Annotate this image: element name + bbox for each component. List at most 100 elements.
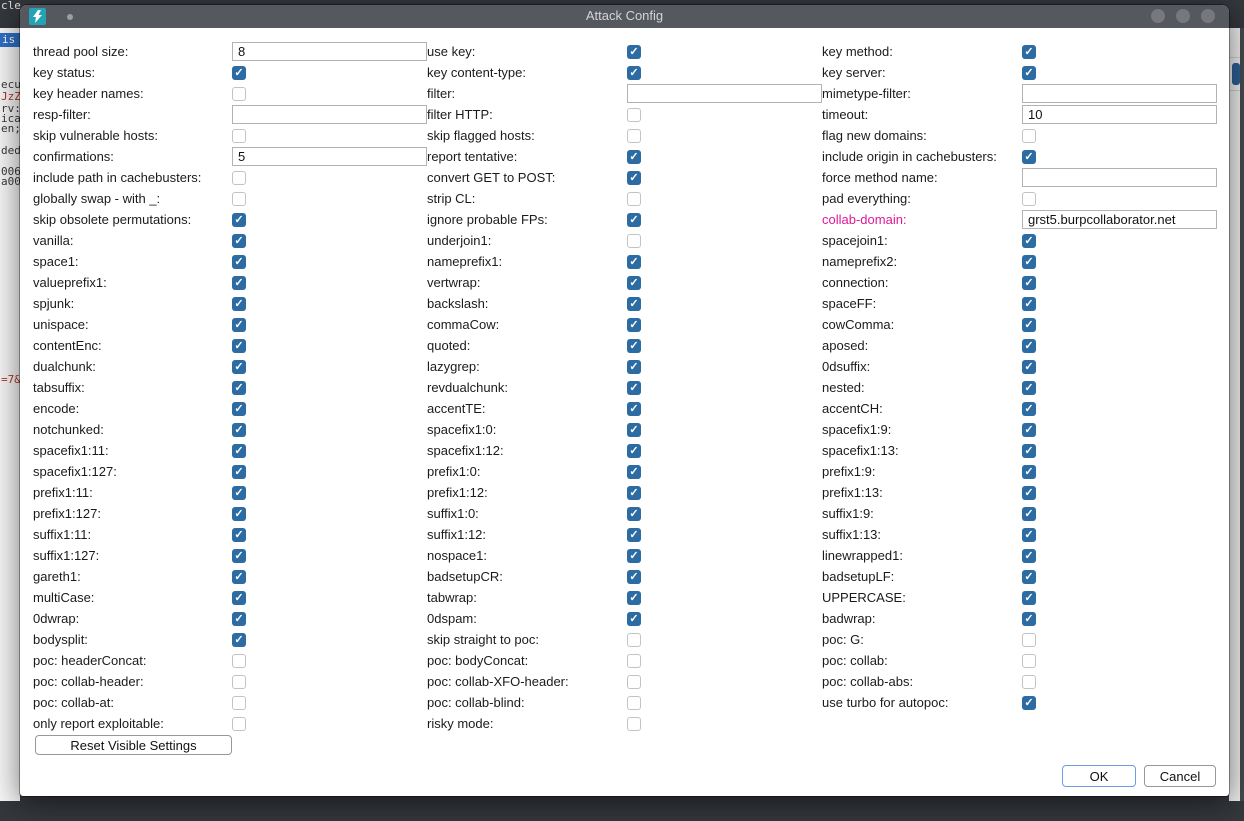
cancel-button[interactable]: Cancel <box>1144 765 1216 787</box>
checkbox-accentch[interactable]: ✓ <box>1022 402 1036 416</box>
input-mimetype-filter[interactable] <box>1022 84 1217 103</box>
checkbox-spacefix1-12[interactable]: ✓ <box>627 444 641 458</box>
checkbox-cowcomma[interactable]: ✓ <box>1022 318 1036 332</box>
checkbox-spjunk[interactable]: ✓ <box>232 297 246 311</box>
checkbox-suffix1-127[interactable]: ✓ <box>232 549 246 563</box>
checkbox-poc-collab-blind[interactable] <box>627 696 641 710</box>
checkbox-revdualchunk[interactable]: ✓ <box>627 381 641 395</box>
input-collab-domain[interactable] <box>1022 210 1217 229</box>
checkbox-prefix1-9[interactable]: ✓ <box>1022 465 1036 479</box>
dialog-titlebar[interactable]: Attack Config <box>20 5 1229 28</box>
checkbox-suffix1-12[interactable]: ✓ <box>627 528 641 542</box>
window-control-maximize[interactable] <box>1176 9 1190 23</box>
checkbox-poc-collab-abs[interactable] <box>1022 675 1036 689</box>
checkbox-ignore-probable-fps[interactable]: ✓ <box>627 213 641 227</box>
checkbox-accentte[interactable]: ✓ <box>627 402 641 416</box>
checkbox-poc-collab-header[interactable] <box>232 675 246 689</box>
checkbox-tabwrap[interactable]: ✓ <box>627 591 641 605</box>
checkbox-notchunked[interactable]: ✓ <box>232 423 246 437</box>
checkbox-bodysplit[interactable]: ✓ <box>232 633 246 647</box>
checkbox-valueprefix1[interactable]: ✓ <box>232 276 246 290</box>
checkbox-unispace[interactable]: ✓ <box>232 318 246 332</box>
checkbox-skip-obsolete-permutations[interactable]: ✓ <box>232 213 246 227</box>
checkbox-suffix1-11[interactable]: ✓ <box>232 528 246 542</box>
checkbox-badsetupcr[interactable]: ✓ <box>627 570 641 584</box>
checkbox-poc-collab-at[interactable] <box>232 696 246 710</box>
checkbox-vanilla[interactable]: ✓ <box>232 234 246 248</box>
checkbox-key-header-names[interactable] <box>232 87 246 101</box>
checkbox-globally-swap-with[interactable] <box>232 192 246 206</box>
checkbox-0dsuffix[interactable]: ✓ <box>1022 360 1036 374</box>
checkbox-poc-bodyconcat[interactable] <box>627 654 641 668</box>
checkbox-only-report-exploitable[interactable] <box>232 717 246 731</box>
checkbox-key-method[interactable]: ✓ <box>1022 45 1036 59</box>
checkbox-skip-straight-to-poc[interactable] <box>627 633 641 647</box>
checkbox-linewrapped1[interactable]: ✓ <box>1022 549 1036 563</box>
checkbox-uppercase[interactable]: ✓ <box>1022 591 1036 605</box>
checkbox-nameprefix1[interactable]: ✓ <box>627 255 641 269</box>
checkbox-poc-collab-xfo-header[interactable] <box>627 675 641 689</box>
checkbox-pad-everything[interactable] <box>1022 192 1036 206</box>
checkbox-filter-http[interactable] <box>627 108 641 122</box>
checkbox-spacefix1-11[interactable]: ✓ <box>232 444 246 458</box>
checkbox-connection[interactable]: ✓ <box>1022 276 1036 290</box>
checkbox-nested[interactable]: ✓ <box>1022 381 1036 395</box>
checkbox-prefix1-13[interactable]: ✓ <box>1022 486 1036 500</box>
input-timeout[interactable] <box>1022 105 1217 124</box>
checkbox-vertwrap[interactable]: ✓ <box>627 276 641 290</box>
checkbox-commacow[interactable]: ✓ <box>627 318 641 332</box>
window-control-close[interactable] <box>1201 9 1215 23</box>
checkbox-underjoin1[interactable] <box>627 234 641 248</box>
checkbox-strip-cl[interactable] <box>627 192 641 206</box>
checkbox-skip-flagged-hosts[interactable] <box>627 129 641 143</box>
checkbox-spacefix1-127[interactable]: ✓ <box>232 465 246 479</box>
checkbox-prefix1-0[interactable]: ✓ <box>627 465 641 479</box>
scrollbar-thumb[interactable] <box>1232 63 1240 85</box>
checkbox-prefix1-127[interactable]: ✓ <box>232 507 246 521</box>
checkbox-use-key[interactable]: ✓ <box>627 45 641 59</box>
checkbox-spacejoin1[interactable]: ✓ <box>1022 234 1036 248</box>
input-confirmations[interactable] <box>232 147 427 166</box>
input-thread-pool-size[interactable] <box>232 42 427 61</box>
checkbox-spacefix1-13[interactable]: ✓ <box>1022 444 1036 458</box>
checkbox-suffix1-0[interactable]: ✓ <box>627 507 641 521</box>
checkbox-convert-get-to-post[interactable]: ✓ <box>627 171 641 185</box>
window-control-minimize[interactable] <box>1151 9 1165 23</box>
input-force-method-name[interactable] <box>1022 168 1217 187</box>
checkbox-prefix1-11[interactable]: ✓ <box>232 486 246 500</box>
checkbox-backslash[interactable]: ✓ <box>627 297 641 311</box>
checkbox-spacefix1-0[interactable]: ✓ <box>627 423 641 437</box>
checkbox-quoted[interactable]: ✓ <box>627 339 641 353</box>
checkbox-use-turbo-for-autopoc[interactable]: ✓ <box>1022 696 1036 710</box>
checkbox-key-content-type[interactable]: ✓ <box>627 66 641 80</box>
checkbox-key-status[interactable]: ✓ <box>232 66 246 80</box>
checkbox-skip-vulnerable-hosts[interactable] <box>232 129 246 143</box>
checkbox-nospace1[interactable]: ✓ <box>627 549 641 563</box>
checkbox-gareth1[interactable]: ✓ <box>232 570 246 584</box>
checkbox-multicase[interactable]: ✓ <box>232 591 246 605</box>
checkbox-poc-headerconcat[interactable] <box>232 654 246 668</box>
checkbox-prefix1-12[interactable]: ✓ <box>627 486 641 500</box>
input-filter[interactable] <box>627 84 822 103</box>
checkbox-flag-new-domains[interactable] <box>1022 129 1036 143</box>
checkbox-include-origin-in-cachebusters[interactable]: ✓ <box>1022 150 1036 164</box>
checkbox-0dwrap[interactable]: ✓ <box>232 612 246 626</box>
checkbox-0dspam[interactable]: ✓ <box>627 612 641 626</box>
checkbox-badwrap[interactable]: ✓ <box>1022 612 1036 626</box>
input-resp-filter[interactable] <box>232 105 427 124</box>
checkbox-aposed[interactable]: ✓ <box>1022 339 1036 353</box>
checkbox-badsetuplf[interactable]: ✓ <box>1022 570 1036 584</box>
checkbox-spaceff[interactable]: ✓ <box>1022 297 1036 311</box>
checkbox-suffix1-13[interactable]: ✓ <box>1022 528 1036 542</box>
reset-visible-settings-button[interactable]: Reset Visible Settings <box>35 735 232 755</box>
checkbox-lazygrep[interactable]: ✓ <box>627 360 641 374</box>
checkbox-dualchunk[interactable]: ✓ <box>232 360 246 374</box>
checkbox-encode[interactable]: ✓ <box>232 402 246 416</box>
checkbox-report-tentative[interactable]: ✓ <box>627 150 641 164</box>
checkbox-spacefix1-9[interactable]: ✓ <box>1022 423 1036 437</box>
checkbox-suffix1-9[interactable]: ✓ <box>1022 507 1036 521</box>
checkbox-risky-mode[interactable] <box>627 717 641 731</box>
checkbox-contentenc[interactable]: ✓ <box>232 339 246 353</box>
checkbox-tabsuffix[interactable]: ✓ <box>232 381 246 395</box>
checkbox-space1[interactable]: ✓ <box>232 255 246 269</box>
